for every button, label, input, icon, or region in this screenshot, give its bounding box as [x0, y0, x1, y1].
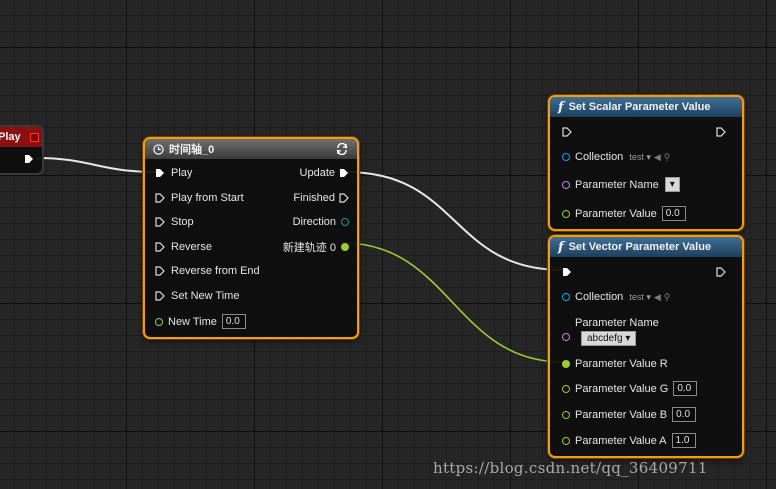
pin-reverse[interactable]: Reverse — [155, 241, 212, 253]
float-pin-icon — [562, 384, 570, 393]
pin-label: Parameter Value B — [575, 408, 668, 421]
pin-value-g[interactable]: Parameter Value G 0.0 — [562, 381, 698, 396]
exec-output-pin[interactable] — [716, 267, 726, 277]
name-pin-icon — [562, 332, 570, 341]
pin-label: Update — [299, 167, 335, 179]
function-icon: f — [558, 239, 564, 255]
set-vector-header: f Set Vector Parameter Value — [550, 237, 742, 257]
exec-input-pin[interactable] — [562, 267, 572, 277]
search-icon[interactable]: ⚲ — [664, 152, 671, 163]
timeline-node-header: 时间轴_0 — [145, 139, 357, 159]
exec-pin-icon — [155, 193, 165, 203]
play-node-title: Play — [0, 131, 21, 143]
float-wire-track — [342, 242, 564, 363]
pin-value-a[interactable]: Parameter Value A 1.0 — [562, 433, 696, 448]
pin-direction[interactable]: Direction — [293, 216, 349, 228]
arrow-left-icon[interactable]: ◀ — [654, 152, 661, 163]
new-time-input[interactable]: 0.0 — [221, 314, 246, 329]
exec-wire-play — [36, 157, 157, 173]
pin-reverse-from-end[interactable]: Reverse from End — [155, 265, 260, 277]
delegate-pin-icon[interactable] — [30, 132, 39, 142]
pin-play[interactable]: Play — [155, 167, 192, 179]
set-vector-node[interactable]: f Set Vector Parameter Value Collection … — [548, 235, 744, 458]
set-scalar-node[interactable]: f Set Scalar Parameter Value Collection … — [548, 95, 744, 231]
clock-icon — [153, 143, 164, 155]
pin-label: Parameter Value A — [575, 434, 667, 447]
pin-label: New Time — [168, 315, 217, 328]
pin-label: Parameter Name — [575, 317, 659, 329]
object-pin-icon — [562, 153, 570, 161]
float-pin-icon — [562, 436, 570, 445]
pin-label: Reverse — [171, 241, 212, 253]
exec-output-pin[interactable] — [716, 127, 726, 137]
pin-value-b[interactable]: Parameter Value B 0.0 — [562, 407, 697, 422]
set-scalar-title: Set Scalar Parameter Value — [568, 101, 711, 113]
pin-label: Parameter Value — [575, 207, 657, 220]
parameter-name-dropdown[interactable]: ▾ — [664, 177, 680, 192]
timeline-node[interactable]: 时间轴_0 Play Play from Start Stop Reverse … — [143, 137, 359, 339]
pin-label: Collection — [575, 291, 624, 303]
pin-update[interactable]: Update — [300, 167, 349, 179]
search-icon[interactable]: ⚲ — [664, 292, 671, 303]
exec-pin-icon — [155, 242, 165, 252]
pin-collection[interactable]: Collection test ▾ ◀ ⚲ — [562, 291, 670, 303]
pin-label: Stop — [171, 216, 194, 228]
pin-finished[interactable]: Finished — [293, 192, 349, 204]
exec-pin-icon — [155, 217, 165, 227]
value-a-input[interactable]: 1.0 — [671, 433, 696, 448]
pin-label: 新建轨迹 0 — [282, 242, 336, 254]
pin-label: Parameter Name — [575, 178, 659, 191]
exec-pin-icon — [339, 193, 349, 203]
pin-label: Play — [171, 167, 193, 179]
float-pin-icon — [562, 360, 570, 368]
pin-label: Direction — [292, 216, 336, 228]
exec-wire-update — [345, 171, 564, 271]
pin-parameter-name[interactable]: Parameter Name ▾ — [562, 177, 680, 192]
pin-value-r[interactable]: Parameter Value R — [562, 358, 668, 370]
pin-label: Play from Start — [171, 192, 244, 204]
exec-output-pin[interactable] — [24, 154, 34, 164]
collection-dropdown[interactable]: test ▾ — [629, 152, 651, 163]
collection-dropdown[interactable]: test ▾ — [629, 292, 651, 303]
pin-label: Reverse from End — [171, 265, 260, 277]
function-icon: f — [558, 99, 564, 115]
play-event-node[interactable]: Play — [0, 125, 44, 175]
timeline-node-title: 时间轴_0 — [169, 144, 215, 156]
arrow-left-icon[interactable]: ◀ — [654, 292, 661, 303]
pin-parameter-name[interactable]: Parameter Name abcdefg ▾ — [562, 317, 659, 346]
pin-label: Parameter Value G — [575, 382, 669, 395]
pin-collection[interactable]: Collection test ▾ ◀ ⚲ — [562, 151, 670, 163]
pin-parameter-value[interactable]: Parameter Value 0.0 — [562, 206, 686, 221]
float-pin-icon — [341, 243, 349, 251]
pin-label: Finished — [293, 192, 335, 204]
pin-new-track[interactable]: 新建轨迹 0 — [283, 239, 349, 255]
exec-pin-icon — [155, 266, 165, 276]
exec-input-pin[interactable] — [562, 127, 572, 137]
object-pin-icon — [562, 293, 570, 301]
name-pin-icon — [562, 180, 570, 189]
parameter-name-dropdown[interactable]: abcdefg ▾ — [581, 331, 637, 346]
exec-pin-icon — [155, 291, 165, 301]
exec-pin-icon — [340, 169, 348, 177]
float-pin-icon — [155, 317, 163, 326]
exec-pin-icon — [156, 169, 164, 177]
float-pin-icon — [562, 410, 570, 419]
loop-icon — [336, 143, 348, 155]
pin-play-from-start[interactable]: Play from Start — [155, 192, 244, 204]
value-g-input[interactable]: 0.0 — [673, 381, 698, 396]
set-scalar-header: f Set Scalar Parameter Value — [550, 97, 742, 117]
pin-set-new-time[interactable]: Set New Time — [155, 290, 239, 302]
pin-label: Set New Time — [171, 290, 240, 302]
pin-stop[interactable]: Stop — [155, 216, 194, 228]
pin-label: Collection — [575, 151, 624, 163]
watermark-text: https://blog.csdn.net/qq_36409711 — [433, 459, 708, 477]
value-b-input[interactable]: 0.0 — [672, 407, 697, 422]
play-node-header: Play — [0, 127, 42, 147]
direction-pin-icon — [341, 218, 349, 226]
set-vector-title: Set Vector Parameter Value — [568, 241, 712, 253]
pin-label: Parameter Value R — [575, 358, 668, 370]
pin-new-time[interactable]: New Time 0.0 — [155, 314, 246, 329]
float-pin-icon — [562, 209, 570, 218]
parameter-value-input[interactable]: 0.0 — [661, 206, 686, 221]
